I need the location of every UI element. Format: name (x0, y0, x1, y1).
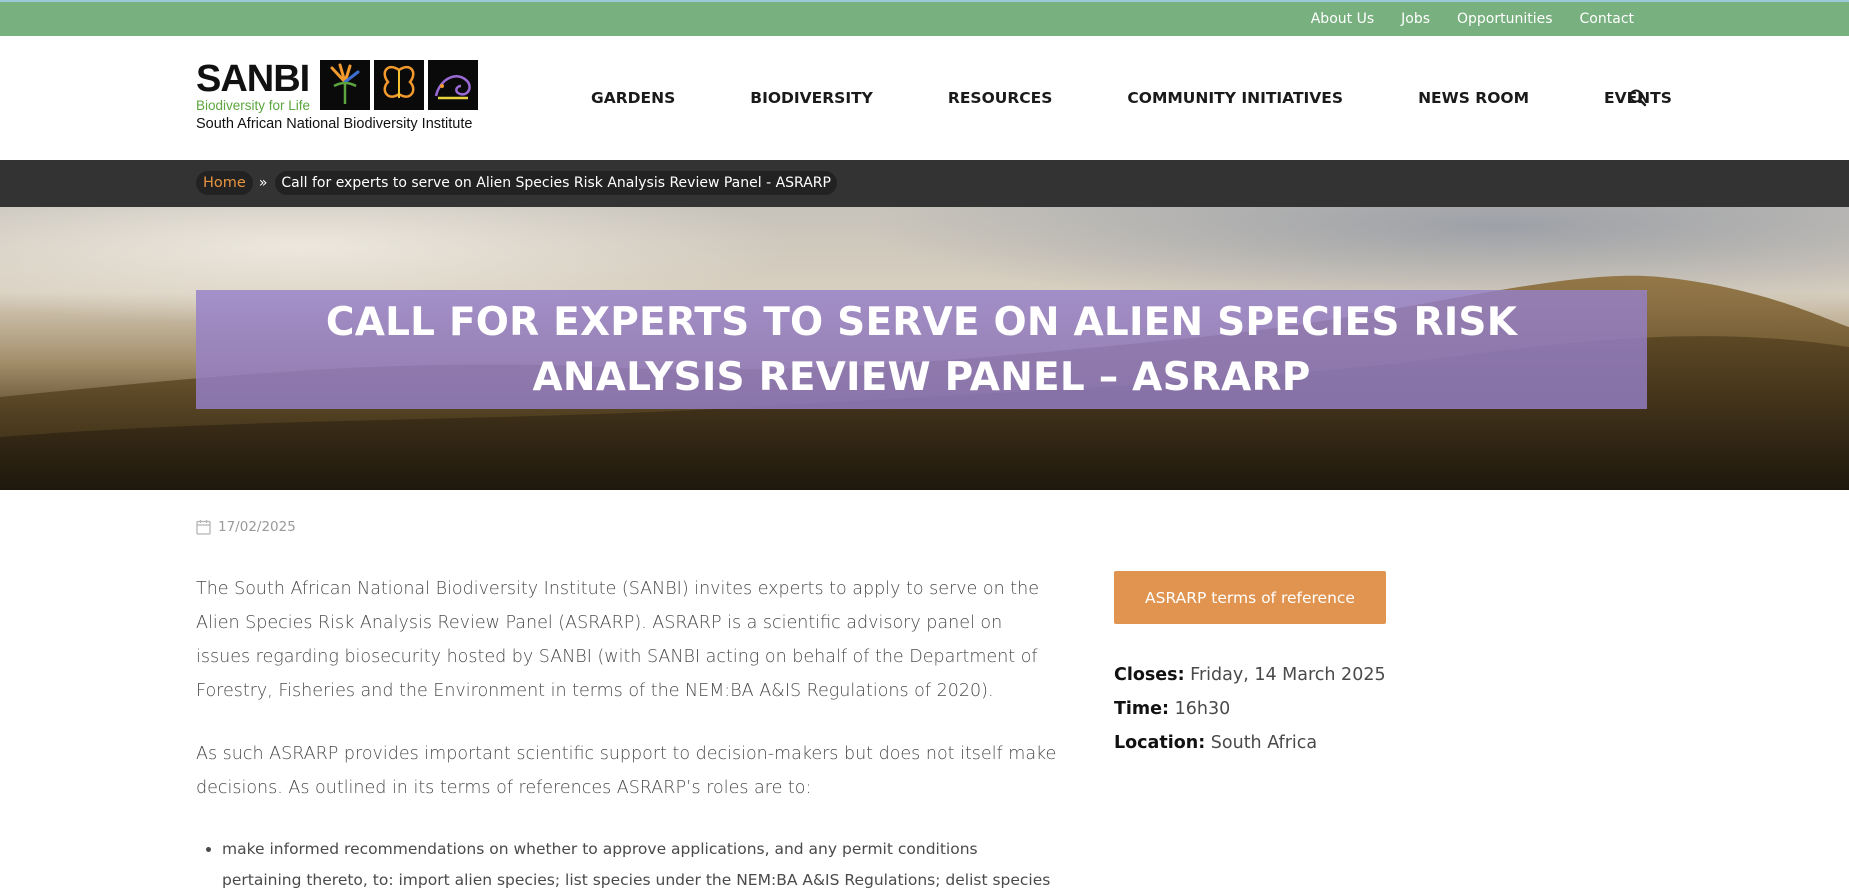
location-row: Location: South Africa (1114, 726, 1514, 760)
link-contact[interactable]: Contact (1580, 11, 1634, 27)
nav-biodiversity[interactable]: BIODIVERSITY (750, 89, 873, 107)
search-icon[interactable] (1628, 88, 1648, 108)
closes-label: Closes: (1114, 665, 1185, 685)
utility-links: About Us Jobs Opportunities Contact (1311, 2, 1634, 36)
article-paragraph: As such ASRARP provides important scient… (196, 744, 1057, 798)
breadcrumb-separator: » (258, 175, 268, 191)
nav-community-initiatives[interactable]: COMMUNITY INITIATIVES (1127, 89, 1343, 107)
event-details: Closes: Friday, 14 March 2025 Time: 16h3… (1114, 658, 1514, 760)
link-about-us[interactable]: About Us (1311, 11, 1374, 27)
butterfly-icon (374, 60, 424, 110)
terms-of-reference-button[interactable]: ASRARP terms of reference (1114, 571, 1386, 624)
roles-list: make informed recommendations on whether… (222, 834, 1058, 893)
site-header: SANBI Biodiversity for Life South Africa… (0, 36, 1849, 160)
page-title: CALL FOR EXPERTS TO SERVE ON ALIEN SPECI… (325, 299, 1518, 400)
nav-gardens[interactable]: GARDENS (591, 89, 675, 107)
breadcrumb-home-link[interactable]: Home (196, 171, 253, 195)
article-body: The South African National Biodiversity … (196, 572, 1058, 893)
breadcrumb-current: Call for experts to serve on Alien Speci… (275, 171, 837, 195)
nav-news-room[interactable]: NEWS ROOM (1418, 89, 1529, 107)
nav-resources[interactable]: RESOURCES (948, 89, 1053, 107)
article-paragraph: The South African National Biodiversity … (196, 579, 1039, 701)
location-value: South Africa (1210, 733, 1318, 753)
post-date: 17/02/2025 (196, 519, 296, 535)
main-navigation: GARDENS BIODIVERSITY RESOURCES COMMUNITY… (591, 36, 1672, 160)
hero-banner: CALL FOR EXPERTS TO SERVE ON ALIEN SPECI… (0, 207, 1849, 490)
logo-wordmark: SANBI (196, 58, 310, 100)
logo-tagline: Biodiversity for Life (196, 98, 311, 113)
post-date-text: 17/02/2025 (218, 519, 296, 535)
location-label: Location: (1114, 733, 1206, 753)
calendar-icon (196, 520, 211, 535)
time-label: Time: (1114, 699, 1170, 719)
time-row: Time: 16h30 (1114, 692, 1514, 726)
link-opportunities[interactable]: Opportunities (1457, 11, 1553, 27)
top-utility-bar: About Us Jobs Opportunities Contact (0, 0, 1849, 36)
event-sidebar: ASRARP terms of reference Closes: Friday… (1114, 571, 1514, 760)
logo-tiles (320, 60, 478, 110)
sanbi-logo[interactable]: SANBI Biodiversity for Life South Africa… (196, 60, 481, 140)
chameleon-icon (428, 60, 478, 110)
bird-of-paradise-icon (320, 60, 370, 110)
time-value: 16h30 (1174, 699, 1231, 719)
breadcrumb: Home » Call for experts to serve on Alie… (196, 170, 837, 196)
logo-institute-name: South African National Biodiversity Inst… (196, 116, 473, 132)
closes-row: Closes: Friday, 14 March 2025 (1114, 658, 1514, 692)
breadcrumb-bar: Home » Call for experts to serve on Alie… (0, 160, 1849, 207)
list-item: make informed recommendations on whether… (222, 834, 1058, 893)
closes-value: Friday, 14 March 2025 (1190, 665, 1386, 685)
page-title-box: CALL FOR EXPERTS TO SERVE ON ALIEN SPECI… (196, 290, 1647, 409)
link-jobs[interactable]: Jobs (1401, 11, 1430, 27)
